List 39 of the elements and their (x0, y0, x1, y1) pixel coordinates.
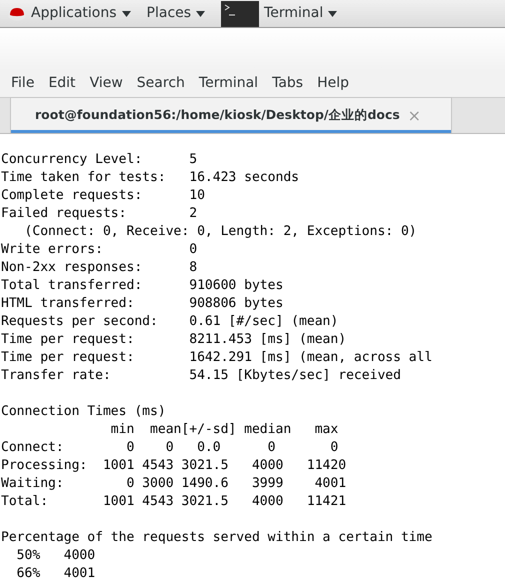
tab-title: root@foundation56:/home/kiosk/Desktop/企业的docs (35, 106, 400, 124)
menu-item[interactable]: Search (130, 73, 192, 94)
terminal-line: 66% 4001 (16, 565, 96, 581)
terminal-line: Connect: 0 0 0.0 0 0 (1, 439, 340, 457)
caret-icon (196, 10, 206, 16)
terminal-line: Percentage of the requests served within a certain time (1, 529, 434, 547)
top-bar-menu[interactable]: Places (138, 0, 214, 28)
terminal-line: Requests per second: 0.61 [#/sec] (mean) (1, 313, 340, 331)
terminal-line: Complete requests: 10 (1, 187, 206, 205)
hat-logo-icon (8, 6, 26, 20)
caret-icon (328, 10, 338, 16)
menu-item[interactable]: Edit (41, 73, 83, 94)
terminal-line: 50% 4000 (16, 547, 96, 565)
terminal-line: Total: 1001 4543 3021.5 4000 11421 (1, 493, 348, 511)
terminal-tab[interactable]: root@foundation56:/home/kiosk/Desktop/企业的docs × (10, 97, 452, 133)
terminal-line: Transfer rate: 54.15 [Kbytes/sec] received (1, 367, 402, 385)
menu-item[interactable]: Terminal (192, 73, 266, 94)
terminal-line: Failed requests: 2 (1, 205, 198, 223)
terminal-line: Waiting: 0 3000 1490.6 3999 4001 (1, 475, 348, 493)
menu-item[interactable]: View (82, 73, 130, 94)
terminal-line: Time per request: 1642.291 [ms] (mean, across all (1, 349, 434, 367)
menu-item[interactable]: File (4, 73, 42, 94)
terminal-app-icon (221, 0, 260, 26)
terminal-line: Total transferred: 910600 bytes (1, 277, 284, 295)
menu-item[interactable]: Tabs (265, 73, 310, 94)
terminal-line: Connection Times (ms) (1, 403, 167, 421)
terminal-line: HTML transferred: 908806 bytes (1, 295, 284, 313)
terminal-line: min mean[+/-sd] median max (110, 421, 340, 439)
menu-item[interactable]: Help (310, 73, 356, 94)
terminal-line: Time per request: 8211.453 [ms] (mean) (1, 331, 348, 349)
top-bar-menu[interactable]: Terminal (213, 0, 346, 28)
terminal-line: Write errors: 0 (1, 241, 198, 259)
caret-icon (122, 10, 131, 16)
terminal-line: Non-2xx responses: 8 (1, 259, 198, 277)
top-bar-menu[interactable]: Applications (0, 0, 139, 28)
terminal-line: Concurrency Level: 5 (1, 151, 198, 169)
terminal-line: Time taken for tests: 16.423 seconds (1, 169, 300, 187)
terminal-line: (Connect: 0, Receive: 0, Length: 2, Exceptions: 0) (24, 223, 418, 241)
terminal-line: Processing: 1001 4543 3021.5 4000 11420 (1, 457, 348, 475)
